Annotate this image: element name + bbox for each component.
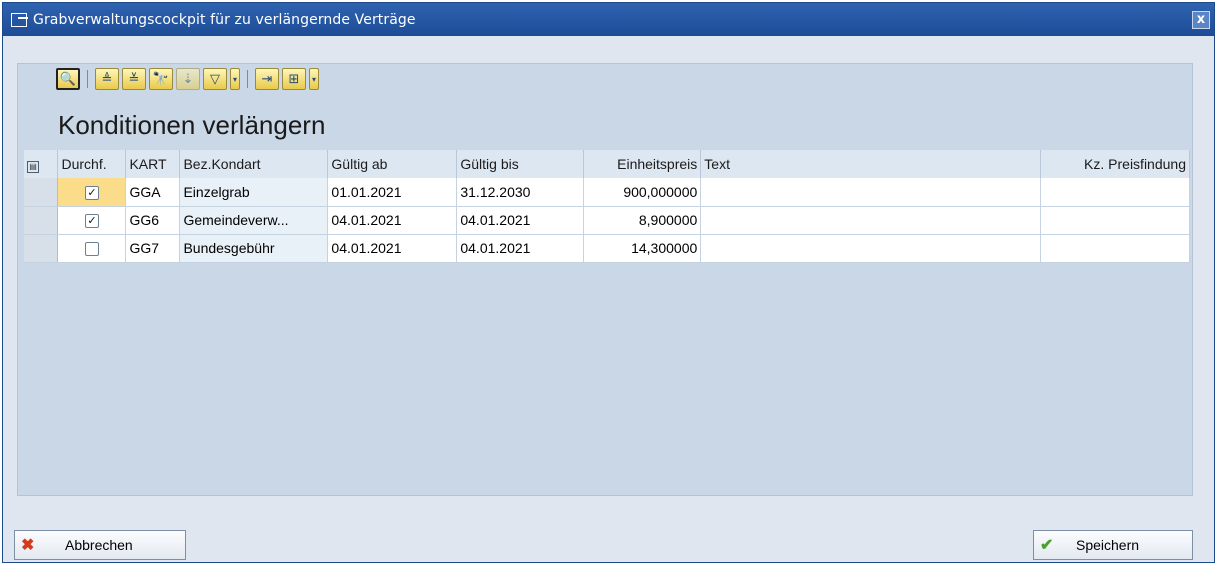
column-header-durchf[interactable]: Durchf. xyxy=(57,150,127,178)
find-next-icon[interactable]: ⇣ xyxy=(176,68,200,90)
row-selector[interactable] xyxy=(24,178,59,207)
window-title: Grabverwaltungscockpit für zu verlängern… xyxy=(33,11,416,28)
window-icon xyxy=(11,12,28,27)
durchf-checkbox[interactable]: ✓ xyxy=(84,185,99,200)
page-title: Konditionen verlängern xyxy=(58,110,326,140)
kz-preisfindung-cell[interactable] xyxy=(1040,178,1190,207)
title-bar: Grabverwaltungscockpit für zu verlängern… xyxy=(3,3,1214,36)
einheitspreis-cell[interactable]: 14,300000 xyxy=(583,234,702,263)
details-icon[interactable]: 🔍 xyxy=(56,68,80,90)
column-header-bez-kondart[interactable]: Bez.Kondart xyxy=(179,150,329,178)
find-icon[interactable]: 🔭 xyxy=(149,68,173,90)
sort-ascending-icon[interactable]: ≜ xyxy=(95,68,119,90)
gueltig-bis-cell[interactable]: 04.01.2021 xyxy=(456,234,585,263)
kz-preisfindung-cell[interactable] xyxy=(1040,206,1190,235)
export-icon[interactable]: ⇥ xyxy=(255,68,279,90)
row-selector[interactable] xyxy=(24,206,59,235)
bez-kondart-cell: Gemeindeverw... xyxy=(179,206,329,235)
text-cell[interactable] xyxy=(700,178,1041,207)
layout-icon[interactable]: ⊞ xyxy=(282,68,306,90)
durchf-cell: ✓ xyxy=(57,206,127,235)
dialog-window: Grabverwaltungscockpit für zu verlängern… xyxy=(2,2,1215,563)
gueltig-ab-cell[interactable]: 04.01.2021 xyxy=(327,234,458,263)
durchf-cell: ✓ xyxy=(57,178,127,207)
table-row: GG7 Bundesgebühr 04.01.2021 04.01.2021 1… xyxy=(24,234,1190,263)
durchf-cell xyxy=(57,234,127,263)
cancel-button-label: Abbrechen xyxy=(65,537,133,553)
toolbar-separator xyxy=(87,70,88,88)
column-header-gueltig-ab[interactable]: Gültig ab xyxy=(327,150,458,178)
row-selector[interactable] xyxy=(24,234,59,263)
einheitspreis-cell[interactable]: 900,000000 xyxy=(583,178,702,207)
column-header-gueltig-bis[interactable]: Gültig bis xyxy=(456,150,585,178)
table-row: ✓ GGA Einzelgrab 01.01.2021 31.12.2030 9… xyxy=(24,178,1190,207)
select-all-icon[interactable]: ▤ xyxy=(27,160,39,173)
column-header-einheitspreis[interactable]: Einheitspreis xyxy=(583,150,702,178)
conditions-table: ▤ Durchf. KART Bez.Kondart Gültig ab Gül… xyxy=(24,150,1190,263)
gueltig-bis-cell[interactable]: 04.01.2021 xyxy=(456,206,585,235)
gueltig-bis-cell[interactable]: 31.12.2030 xyxy=(456,178,585,207)
sort-descending-icon[interactable]: ≚ xyxy=(122,68,146,90)
durchf-checkbox[interactable]: ✓ xyxy=(84,214,99,229)
close-button[interactable]: x xyxy=(1192,11,1210,29)
toolbar-separator xyxy=(247,70,248,88)
table-header: ▤ Durchf. KART Bez.Kondart Gültig ab Gül… xyxy=(24,150,1190,178)
einheitspreis-cell[interactable]: 8,900000 xyxy=(583,206,702,235)
bez-kondart-cell: Bundesgebühr xyxy=(179,234,329,263)
text-cell[interactable] xyxy=(700,234,1041,263)
durchf-checkbox[interactable] xyxy=(84,242,99,257)
kart-cell: GG7 xyxy=(125,234,181,263)
conditions-panel: 🔍 ≜ ≚ 🔭 ⇣ ▽ ▾ ⇥ ⊞ ▾ Konditionen verlänge… xyxy=(17,63,1193,496)
cancel-button[interactable]: ✖ Abbrechen xyxy=(14,530,186,560)
kart-cell: GG6 xyxy=(125,206,181,235)
column-header-text[interactable]: Text xyxy=(700,150,1041,178)
column-header-kart[interactable]: KART xyxy=(125,150,181,178)
gueltig-ab-cell[interactable]: 01.01.2021 xyxy=(327,178,458,207)
save-button-label: Speichern xyxy=(1076,537,1140,553)
checkmark-icon: ✔ xyxy=(1040,537,1054,554)
text-cell[interactable] xyxy=(700,206,1041,235)
layout-dropdown-icon[interactable]: ▾ xyxy=(309,68,319,90)
column-header-kz-preisfindung[interactable]: Kz. Preisfindung xyxy=(1040,150,1190,178)
cancel-icon: ✖ xyxy=(21,537,35,554)
kz-preisfindung-cell[interactable] xyxy=(1040,234,1190,263)
filter-dropdown-icon[interactable]: ▾ xyxy=(230,68,240,90)
kart-cell: GGA xyxy=(125,178,181,207)
gueltig-ab-cell[interactable]: 04.01.2021 xyxy=(327,206,458,235)
save-button[interactable]: ✔ Speichern xyxy=(1033,530,1193,560)
table-row: ✓ GG6 Gemeindeverw... 04.01.2021 04.01.2… xyxy=(24,206,1190,235)
filter-icon[interactable]: ▽ xyxy=(203,68,227,90)
grid-toolbar: 🔍 ≜ ≚ 🔭 ⇣ ▽ ▾ ⇥ ⊞ ▾ xyxy=(56,67,319,91)
select-all-header[interactable]: ▤ xyxy=(24,150,59,178)
bez-kondart-cell: Einzelgrab xyxy=(179,178,329,207)
